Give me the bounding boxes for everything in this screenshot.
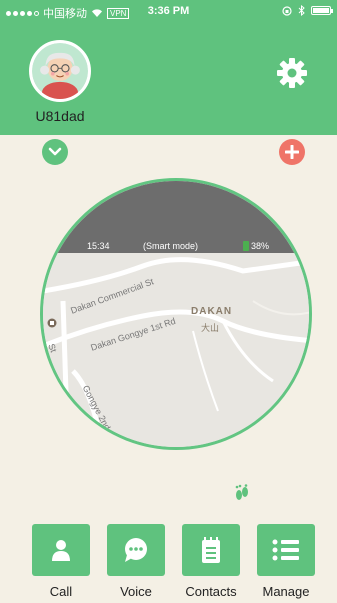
mode-label: (Smart mode) [143, 241, 199, 251]
plus-icon [285, 145, 299, 159]
battery-percent: 38% [251, 241, 270, 251]
phone-person-icon [52, 540, 70, 561]
settings-button[interactable] [276, 57, 308, 89]
nav-voice[interactable]: Voice [106, 524, 166, 599]
bottom-nav: Call Voice Contacts Manage [0, 518, 337, 603]
battery-icon [243, 241, 249, 251]
list-icon [272, 539, 299, 561]
avatar[interactable] [29, 40, 91, 102]
status-bar: 中国移动 VPN 3:36 PM [0, 0, 337, 22]
nav-manage-tile[interactable] [257, 524, 315, 576]
profile-header: U81dad [0, 22, 337, 135]
nav-manage-label: Manage [262, 584, 310, 599]
chevron-down-icon [48, 147, 62, 156]
location-map[interactable]: 15:34 (Smart mode) 38% Dakan Commercial … [40, 178, 312, 450]
poi-icon [47, 318, 57, 328]
footprint-icon [235, 484, 248, 500]
nav-voice-tile[interactable] [107, 524, 165, 576]
nav-call-tile[interactable] [32, 524, 90, 576]
battery-icon [311, 6, 333, 15]
grandma-avatar-icon [32, 43, 88, 99]
nav-call-label: Call [49, 584, 73, 599]
add-button[interactable] [279, 139, 305, 165]
last-update-time: 15:34 [87, 241, 110, 251]
collapse-button[interactable] [42, 139, 68, 165]
chat-bubble-icon [125, 538, 147, 562]
place-label: DAKAN [191, 306, 233, 317]
nav-contacts-tile[interactable] [182, 524, 240, 576]
device-battery: 38% [243, 241, 269, 251]
gear-icon [277, 58, 307, 88]
location-pin-icon[interactable] [43, 181, 69, 215]
status-right [282, 5, 333, 16]
footprint-history-button[interactable] [234, 484, 250, 502]
nav-voice-label: Voice [120, 584, 152, 599]
device-info-bar: 15:34 (Smart mode) 38% [43, 239, 309, 253]
nav-call[interactable]: Call [31, 524, 91, 599]
nav-contacts[interactable]: Contacts [181, 524, 241, 599]
bluetooth-icon [298, 5, 305, 16]
contacts-icon [202, 537, 220, 563]
rotation-lock-icon [282, 5, 292, 16]
nav-contacts-label: Contacts [185, 584, 237, 599]
username-label: U81dad [35, 108, 85, 124]
place-label-cn: 大山 [201, 323, 220, 333]
nav-manage[interactable]: Manage [256, 524, 316, 599]
